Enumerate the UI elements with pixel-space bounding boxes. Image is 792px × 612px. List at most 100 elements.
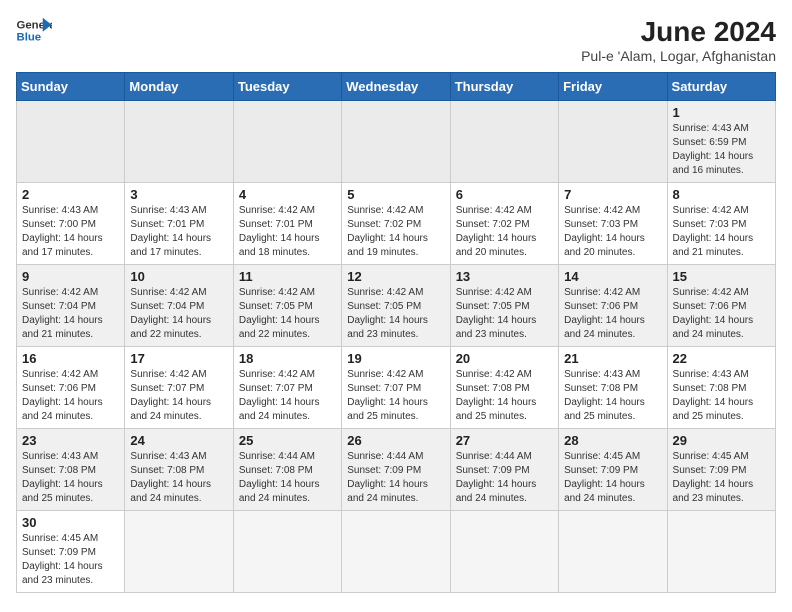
table-row: 12 Sunrise: 4:42 AM Sunset: 7:05 PM Dayli…: [342, 265, 450, 347]
day-info: Sunrise: 4:42 AM Sunset: 7:06 PM Dayligh…: [564, 286, 661, 342]
day-info: Sunrise: 4:45 AM Sunset: 7:09 PM Dayligh…: [22, 532, 119, 588]
day-number: 24: [130, 433, 227, 448]
table-row: 17 Sunrise: 4:42 AM Sunset: 7:07 PM Dayli…: [125, 347, 233, 429]
day-number: 1: [673, 105, 770, 120]
day-number: 16: [22, 351, 119, 366]
day-number: 27: [456, 433, 553, 448]
calendar-week-row: 16Sunrise: 4:42 AM Sunset: 7:06 PM Dayli…: [17, 347, 776, 429]
day-number: 17: [130, 351, 227, 366]
table-row: [450, 511, 558, 593]
day-info: Sunrise: 4:43 AM Sunset: 7:08 PM Dayligh…: [673, 368, 770, 424]
table-row: [667, 511, 775, 593]
table-row: 30 Sunrise: 4:45 AM Sunset: 7:09 PM Dayli…: [17, 511, 125, 593]
table-row: 18 Sunrise: 4:42 AM Sunset: 7:07 PM Dayli…: [233, 347, 341, 429]
table-row: 1 Sunrise: 4:43 AM Sunset: 6:59 PM Daylig…: [667, 101, 775, 183]
day-info: Sunrise: 4:45 AM Sunset: 7:09 PM Dayligh…: [564, 450, 661, 506]
table-row: 5 Sunrise: 4:42 AM Sunset: 7:02 PM Daylig…: [342, 183, 450, 265]
table-row: 28Sunrise: 4:45 AM Sunset: 7:09 PM Dayli…: [559, 429, 667, 511]
table-row: 7 Sunrise: 4:42 AM Sunset: 7:03 PM Daylig…: [559, 183, 667, 265]
header-saturday: Saturday: [667, 73, 775, 101]
header-thursday: Thursday: [450, 73, 558, 101]
table-row: 29 Sunrise: 4:45 AM Sunset: 7:09 PM Dayli…: [667, 429, 775, 511]
day-number: 29: [673, 433, 770, 448]
calendar-week-row: 1 Sunrise: 4:43 AM Sunset: 6:59 PM Daylig…: [17, 101, 776, 183]
day-info: Sunrise: 4:42 AM Sunset: 7:02 PM Dayligh…: [347, 204, 444, 260]
day-number: 26: [347, 433, 444, 448]
table-row: 27Sunrise: 4:44 AM Sunset: 7:09 PM Dayli…: [450, 429, 558, 511]
day-info: Sunrise: 4:42 AM Sunset: 7:02 PM Dayligh…: [456, 204, 553, 260]
table-row: [125, 511, 233, 593]
table-row: 6 Sunrise: 4:42 AM Sunset: 7:02 PM Daylig…: [450, 183, 558, 265]
table-row: [17, 101, 125, 183]
table-row: 25Sunrise: 4:44 AM Sunset: 7:08 PM Dayli…: [233, 429, 341, 511]
title-block: June 2024 Pul-e 'Alam, Logar, Afghanista…: [581, 16, 776, 64]
day-number: 7: [564, 187, 661, 202]
day-info: Sunrise: 4:42 AM Sunset: 7:07 PM Dayligh…: [130, 368, 227, 424]
day-info: Sunrise: 4:42 AM Sunset: 7:06 PM Dayligh…: [673, 286, 770, 342]
day-number: 10: [130, 269, 227, 284]
calendar-week-row: 30 Sunrise: 4:45 AM Sunset: 7:09 PM Dayli…: [17, 511, 776, 593]
day-number: 20: [456, 351, 553, 366]
day-number: 11: [239, 269, 336, 284]
header-monday: Monday: [125, 73, 233, 101]
table-row: 24Sunrise: 4:43 AM Sunset: 7:08 PM Dayli…: [125, 429, 233, 511]
day-number: 15: [673, 269, 770, 284]
table-row: 22 Sunrise: 4:43 AM Sunset: 7:08 PM Dayli…: [667, 347, 775, 429]
header-sunday: Sunday: [17, 73, 125, 101]
svg-text:Blue: Blue: [17, 32, 42, 44]
table-row: 23 Sunrise: 4:43 AM Sunset: 7:08 PM Dayli…: [17, 429, 125, 511]
table-row: 2Sunrise: 4:43 AM Sunset: 7:00 PM Daylig…: [17, 183, 125, 265]
day-info: Sunrise: 4:43 AM Sunset: 7:08 PM Dayligh…: [22, 450, 119, 506]
day-number: 6: [456, 187, 553, 202]
day-info: Sunrise: 4:42 AM Sunset: 7:03 PM Dayligh…: [564, 204, 661, 260]
table-row: 19 Sunrise: 4:42 AM Sunset: 7:07 PM Dayli…: [342, 347, 450, 429]
table-row: 4Sunrise: 4:42 AM Sunset: 7:01 PM Daylig…: [233, 183, 341, 265]
calendar-table: Sunday Monday Tuesday Wednesday Thursday…: [16, 72, 776, 593]
table-row: 11 Sunrise: 4:42 AM Sunset: 7:05 PM Dayli…: [233, 265, 341, 347]
day-info: Sunrise: 4:44 AM Sunset: 7:08 PM Dayligh…: [239, 450, 336, 506]
table-row: 16Sunrise: 4:42 AM Sunset: 7:06 PM Dayli…: [17, 347, 125, 429]
table-row: 13 Sunrise: 4:42 AM Sunset: 7:05 PM Dayli…: [450, 265, 558, 347]
table-row: [450, 101, 558, 183]
table-row: 9Sunrise: 4:42 AM Sunset: 7:04 PM Daylig…: [17, 265, 125, 347]
header-wednesday: Wednesday: [342, 73, 450, 101]
day-info: Sunrise: 4:45 AM Sunset: 7:09 PM Dayligh…: [673, 450, 770, 506]
day-info: Sunrise: 4:43 AM Sunset: 7:08 PM Dayligh…: [564, 368, 661, 424]
calendar-title: June 2024: [581, 16, 776, 48]
day-number: 4: [239, 187, 336, 202]
day-number: 30: [22, 515, 119, 530]
day-info: Sunrise: 4:42 AM Sunset: 7:05 PM Dayligh…: [456, 286, 553, 342]
day-info: Sunrise: 4:42 AM Sunset: 7:07 PM Dayligh…: [347, 368, 444, 424]
table-row: 26 Sunrise: 4:44 AM Sunset: 7:09 PM Dayli…: [342, 429, 450, 511]
day-number: 8: [673, 187, 770, 202]
table-row: [233, 101, 341, 183]
weekday-header-row: Sunday Monday Tuesday Wednesday Thursday…: [17, 73, 776, 101]
day-info: Sunrise: 4:42 AM Sunset: 7:03 PM Dayligh…: [673, 204, 770, 260]
header-tuesday: Tuesday: [233, 73, 341, 101]
day-number: 13: [456, 269, 553, 284]
table-row: 8 Sunrise: 4:42 AM Sunset: 7:03 PM Daylig…: [667, 183, 775, 265]
table-row: [342, 101, 450, 183]
day-number: 22: [673, 351, 770, 366]
day-info: Sunrise: 4:43 AM Sunset: 6:59 PM Dayligh…: [673, 122, 770, 178]
day-number: 5: [347, 187, 444, 202]
table-row: 3Sunrise: 4:43 AM Sunset: 7:01 PM Daylig…: [125, 183, 233, 265]
day-info: Sunrise: 4:44 AM Sunset: 7:09 PM Dayligh…: [347, 450, 444, 506]
day-info: Sunrise: 4:42 AM Sunset: 7:05 PM Dayligh…: [347, 286, 444, 342]
table-row: [342, 511, 450, 593]
day-info: Sunrise: 4:43 AM Sunset: 7:00 PM Dayligh…: [22, 204, 119, 260]
day-info: Sunrise: 4:43 AM Sunset: 7:01 PM Dayligh…: [130, 204, 227, 260]
day-number: 19: [347, 351, 444, 366]
day-info: Sunrise: 4:42 AM Sunset: 7:04 PM Dayligh…: [22, 286, 119, 342]
day-info: Sunrise: 4:42 AM Sunset: 7:07 PM Dayligh…: [239, 368, 336, 424]
table-row: 20Sunrise: 4:42 AM Sunset: 7:08 PM Dayli…: [450, 347, 558, 429]
day-number: 12: [347, 269, 444, 284]
day-info: Sunrise: 4:42 AM Sunset: 7:05 PM Dayligh…: [239, 286, 336, 342]
day-number: 18: [239, 351, 336, 366]
calendar-week-row: 9Sunrise: 4:42 AM Sunset: 7:04 PM Daylig…: [17, 265, 776, 347]
table-row: 21 Sunrise: 4:43 AM Sunset: 7:08 PM Dayli…: [559, 347, 667, 429]
table-row: 14Sunrise: 4:42 AM Sunset: 7:06 PM Dayli…: [559, 265, 667, 347]
day-number: 21: [564, 351, 661, 366]
day-number: 23: [22, 433, 119, 448]
header-friday: Friday: [559, 73, 667, 101]
